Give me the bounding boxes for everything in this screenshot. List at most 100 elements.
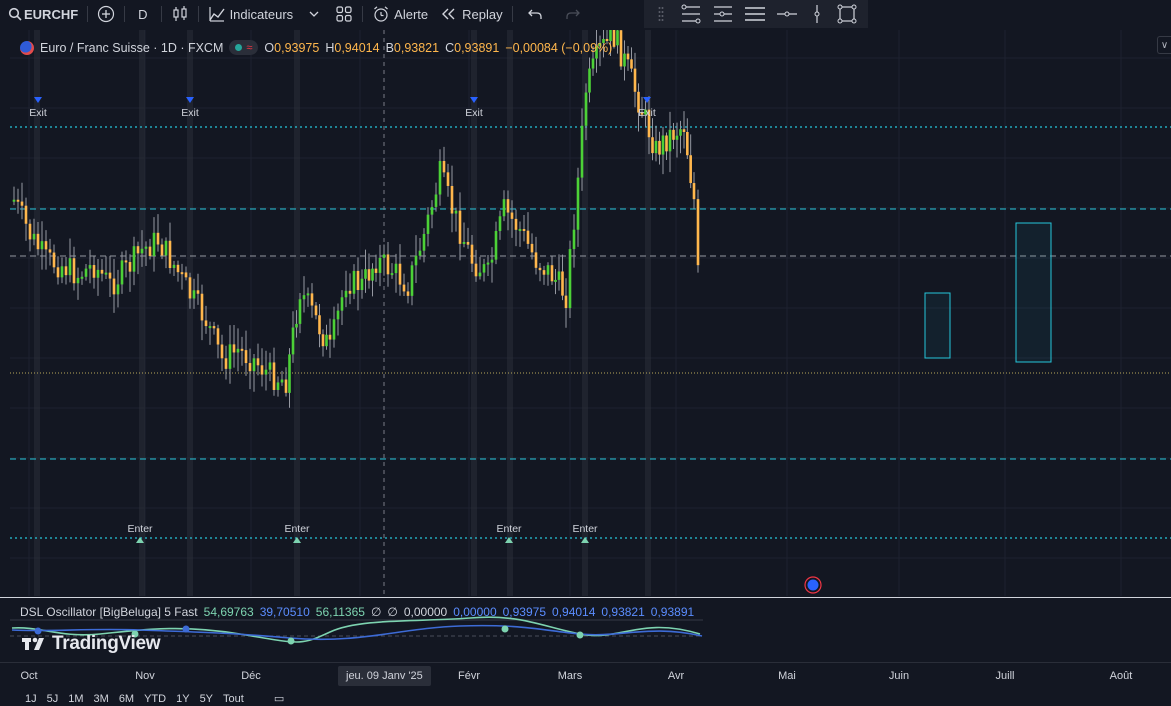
alert-button[interactable]: Alerte (366, 0, 434, 28)
undo-button[interactable] (516, 0, 554, 28)
toolbar-divider (197, 6, 199, 22)
range-button[interactable]: 1M (68, 692, 83, 706)
time-tick: Juill (995, 670, 1015, 682)
fib-retracement-icon[interactable] (680, 4, 702, 24)
candle-body (394, 263, 398, 274)
candle-body (260, 365, 264, 375)
collapse-scale-button[interactable]: ∨ (1157, 36, 1171, 54)
candle-body (136, 246, 140, 254)
candle-body (224, 358, 228, 369)
candle-body (696, 199, 700, 266)
candle-body (132, 246, 136, 272)
interval-button[interactable]: D (128, 0, 157, 28)
enter-marker-label: Enter (284, 523, 310, 535)
candle-body (124, 260, 128, 263)
price-chart[interactable]: Exit Exit Exit Exit Enter Enter Enter Enter (0, 30, 1171, 596)
candle-body (486, 262, 490, 265)
candle-body (654, 140, 658, 154)
candle-body (410, 265, 414, 296)
indicators-button[interactable]: Indicateurs (202, 0, 300, 28)
candle-body (633, 68, 637, 92)
candle-body (248, 363, 252, 372)
candle-body (450, 185, 454, 214)
horizontal-ray-icon[interactable] (776, 5, 798, 23)
redo-button[interactable] (554, 0, 592, 28)
calendar-icon[interactable]: ▭ (274, 692, 284, 706)
compare-symbol-button[interactable] (91, 0, 121, 28)
candle-body (651, 137, 654, 154)
indicators-dropdown[interactable] (299, 0, 329, 28)
candle-body (332, 319, 336, 340)
candle-body (502, 199, 506, 217)
drag-handle-icon[interactable] (652, 5, 670, 23)
oscillator-pane[interactable]: DSL Oscillator [BigBeluga] 5 Fast 54,697… (0, 597, 1171, 661)
candle-body (192, 290, 196, 299)
candle-body (291, 327, 295, 355)
candle-body (184, 272, 188, 278)
candle-body (576, 177, 580, 230)
candle-body (665, 135, 668, 152)
candle-body (48, 249, 52, 253)
osc-signal-dot (287, 637, 295, 645)
candle-body (360, 278, 364, 291)
indicators-label: Indicateurs (229, 6, 294, 22)
candle-body (616, 30, 619, 46)
candle-body (482, 264, 486, 273)
tradingview-logo[interactable]: TradingView (22, 633, 161, 655)
chevron-down-icon (305, 5, 323, 23)
exit-marker-label: Exit (181, 107, 199, 119)
candle-body (321, 334, 325, 347)
indicators-icon (208, 5, 226, 23)
range-button[interactable]: Tout (223, 692, 244, 706)
parallel-channel-icon[interactable] (712, 5, 734, 23)
undo-icon (526, 5, 544, 23)
candle-body (402, 284, 406, 292)
range-button[interactable]: 1J (25, 692, 37, 706)
ohlc-low-key: B (385, 40, 394, 55)
lines-menu-icon[interactable] (744, 5, 766, 23)
alarm-clock-icon (372, 5, 390, 23)
market-status-badge[interactable]: ≈ (229, 40, 259, 55)
range-button[interactable]: YTD (144, 692, 166, 706)
vertical-line-icon[interactable] (808, 5, 826, 23)
candle-body (325, 334, 328, 347)
event-icon-core (807, 579, 819, 591)
time-axis[interactable]: Oct Nov Déc Févr Mars Avr Mai Juin Juill… (0, 662, 1171, 688)
oscillator-value-2: 39,70510 (259, 605, 310, 619)
osc-signal-dot (182, 625, 190, 633)
candle-body (12, 199, 16, 202)
oscillator-legend: DSL Oscillator [BigBeluga] 5 Fast 54,697… (20, 605, 694, 619)
candle-body (216, 328, 220, 345)
range-button[interactable]: 6M (119, 692, 134, 706)
candle-body (580, 125, 584, 178)
range-button[interactable]: 3M (94, 692, 109, 706)
candle-body (494, 231, 498, 260)
templates-button[interactable] (329, 0, 359, 28)
symbol-search-button[interactable]: EURCHF (0, 0, 84, 28)
range-button[interactable]: 5J (47, 692, 59, 706)
candle-body (692, 183, 696, 200)
ohlc-high-value: 0,94014 (334, 40, 380, 55)
candle-body (568, 249, 572, 309)
candle-body (612, 30, 616, 47)
candlestick-icon (171, 5, 189, 23)
candle-body (310, 293, 314, 306)
chart-type-button[interactable] (165, 0, 195, 28)
rectangle-tool-icon[interactable] (836, 4, 858, 24)
main-chart-pane[interactable]: Exit Exit Exit Exit Enter Enter Enter Enter Eur… (0, 30, 1171, 596)
candle-body (623, 53, 626, 67)
range-button[interactable]: 5Y (200, 692, 213, 706)
candle-body (298, 299, 302, 324)
oscillator-value-3: 56,11365 (315, 605, 365, 619)
replay-button[interactable]: Replay (434, 0, 508, 28)
candle-body (422, 233, 426, 251)
candle-body (442, 161, 446, 173)
projection-box (924, 292, 951, 359)
candle-body (92, 265, 96, 278)
range-button[interactable]: 1Y (176, 692, 189, 706)
candle-body (526, 230, 530, 244)
signal-column (139, 30, 145, 596)
candle-body (188, 277, 192, 299)
symbol-title[interactable]: Euro / Franc Suisse · 1D · FXCM (40, 41, 223, 55)
oscillator-name[interactable]: DSL Oscillator [BigBeluga] 5 Fast (20, 605, 198, 619)
